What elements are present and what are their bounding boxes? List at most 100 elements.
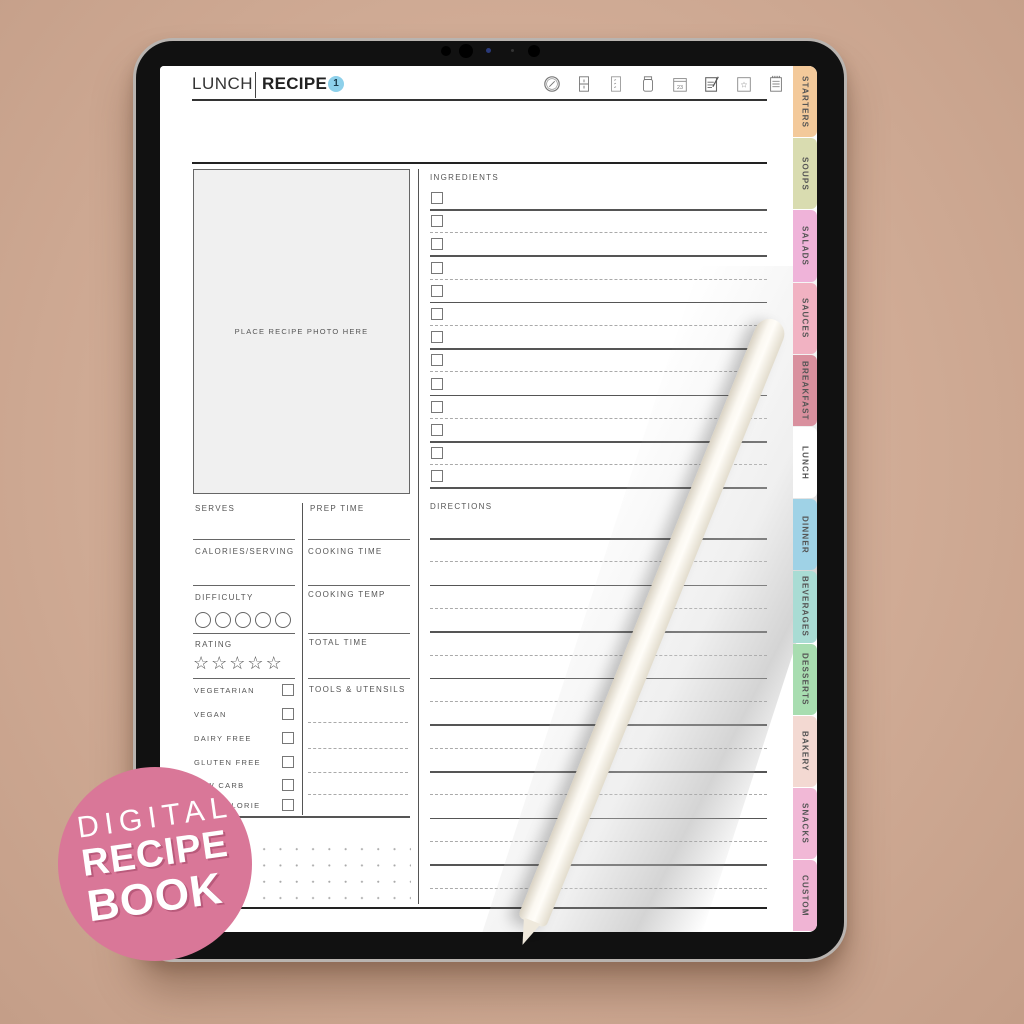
cooking-time-field[interactable] bbox=[308, 585, 410, 586]
tab-breakfast[interactable]: BREAKFAST bbox=[793, 354, 817, 426]
calendar-icon[interactable]: 23 bbox=[670, 74, 690, 94]
tab-starters[interactable]: STARTERS bbox=[793, 66, 817, 138]
ingredient-checkbox[interactable] bbox=[431, 308, 443, 320]
rating-star-icon-5[interactable]: ☆ bbox=[266, 654, 282, 672]
direction-line[interactable] bbox=[430, 887, 767, 889]
ingredient-checkbox[interactable] bbox=[431, 215, 443, 228]
ingredient-checkbox[interactable] bbox=[431, 261, 443, 274]
rating-star-icon-4[interactable]: ☆ bbox=[247, 654, 263, 672]
difficulty-circle-1[interactable] bbox=[195, 612, 211, 628]
difficulty-circle-3[interactable] bbox=[235, 612, 251, 628]
ingredient-checkbox[interactable] bbox=[431, 424, 443, 436]
ingredient-row[interactable] bbox=[430, 236, 767, 259]
tab-dinner[interactable]: DINNER bbox=[793, 499, 817, 571]
rating-star-icon-2[interactable]: ☆ bbox=[211, 654, 227, 672]
compass-icon[interactable] bbox=[542, 74, 562, 94]
camera-lens bbox=[459, 44, 473, 58]
recipe-photo-placeholder[interactable]: PLACE RECIPE PHOTO HERE bbox=[193, 169, 410, 494]
ingredient-row[interactable] bbox=[430, 260, 767, 283]
tools-line-1[interactable] bbox=[308, 722, 408, 723]
ingredient-row[interactable] bbox=[430, 213, 767, 236]
diet-checkbox[interactable] bbox=[282, 732, 294, 744]
tools-line-3[interactable] bbox=[308, 772, 408, 773]
direction-line[interactable] bbox=[430, 584, 767, 587]
direction-line[interactable] bbox=[430, 817, 767, 820]
tab-beverages[interactable]: BEVERAGES bbox=[793, 571, 817, 643]
prep-time-field[interactable] bbox=[308, 539, 410, 540]
difficulty-selector bbox=[195, 612, 291, 628]
calories-field[interactable] bbox=[193, 585, 295, 586]
ingredient-row[interactable] bbox=[430, 329, 767, 352]
tab-label: SNACKS bbox=[800, 803, 810, 845]
diet-checkbox[interactable] bbox=[282, 779, 294, 791]
favorite-star-icon[interactable]: ☆ bbox=[734, 74, 754, 94]
difficulty-label: DIFFICULTY bbox=[195, 593, 254, 602]
ingredient-checkbox[interactable] bbox=[431, 192, 443, 204]
tab-bakery[interactable]: BAKERY bbox=[793, 715, 817, 787]
tab-snacks[interactable]: SNACKS bbox=[793, 788, 817, 860]
tab-soups[interactable]: SOUPS bbox=[793, 138, 817, 210]
ingredient-checkbox[interactable] bbox=[431, 400, 443, 413]
ingredient-row[interactable] bbox=[430, 352, 767, 375]
diet-option[interactable]: VEGETARIAN bbox=[194, 684, 294, 696]
difficulty-circle-5[interactable] bbox=[275, 612, 291, 628]
diet-checkbox[interactable] bbox=[282, 799, 294, 811]
ingredient-checkbox[interactable] bbox=[431, 447, 443, 460]
ingredient-checkbox[interactable] bbox=[431, 354, 443, 367]
ingredient-row[interactable] bbox=[430, 399, 767, 422]
cooking-temp-field[interactable] bbox=[308, 633, 410, 634]
direction-line[interactable] bbox=[430, 561, 767, 563]
ingredient-row[interactable] bbox=[430, 283, 767, 306]
direction-line[interactable] bbox=[430, 631, 767, 633]
tab-lunch[interactable]: LUNCH bbox=[793, 427, 817, 499]
direction-line[interactable] bbox=[430, 840, 767, 842]
serves-field[interactable] bbox=[193, 539, 295, 540]
direction-line[interactable] bbox=[430, 677, 767, 680]
rating-star-icon-3[interactable]: ☆ bbox=[229, 654, 245, 672]
diet-checkbox[interactable] bbox=[282, 708, 294, 720]
jar-icon[interactable] bbox=[638, 74, 658, 94]
dot-grid-notes[interactable] bbox=[256, 841, 411, 901]
tab-sauces[interactable]: SAUCES bbox=[793, 282, 817, 354]
section-title: LUNCH bbox=[192, 74, 254, 93]
total-time-field[interactable] bbox=[308, 678, 410, 679]
diet-checkbox[interactable] bbox=[282, 684, 294, 696]
tab-custom[interactable]: CUSTOM bbox=[793, 860, 817, 932]
difficulty-circle-4[interactable] bbox=[255, 612, 271, 628]
fridge-icon[interactable] bbox=[574, 74, 594, 94]
diet-option[interactable]: GLUTEN FREE bbox=[194, 756, 294, 768]
direction-line[interactable] bbox=[430, 607, 767, 609]
diet-checkbox[interactable] bbox=[282, 756, 294, 768]
ingredient-line bbox=[430, 301, 767, 304]
tab-label: BREAKFAST bbox=[800, 360, 810, 421]
diet-option[interactable]: DAIRY FREE bbox=[194, 732, 294, 744]
notepad-icon[interactable] bbox=[702, 74, 722, 94]
ingredient-row[interactable] bbox=[430, 306, 767, 329]
directions-label: DIRECTIONS bbox=[430, 502, 493, 511]
ingredient-checkbox[interactable] bbox=[431, 470, 443, 483]
rating-star-icon-1[interactable]: ☆ bbox=[193, 654, 209, 672]
title-divider bbox=[255, 72, 256, 98]
ingredient-checkbox[interactable] bbox=[431, 238, 443, 251]
difficulty-circle-2[interactable] bbox=[215, 612, 231, 628]
tab-desserts[interactable]: DESSERTS bbox=[793, 643, 817, 715]
total-time-label: TOTAL TIME bbox=[309, 638, 368, 647]
ingredient-checkbox[interactable] bbox=[431, 377, 443, 390]
camera-sensor bbox=[441, 46, 451, 56]
diet-option[interactable]: VEGAN bbox=[194, 708, 294, 720]
ingredient-row[interactable] bbox=[430, 190, 767, 213]
ingredient-row[interactable] bbox=[430, 376, 767, 399]
direction-line[interactable] bbox=[430, 864, 767, 866]
direction-line[interactable] bbox=[430, 654, 767, 656]
checklist-icon[interactable] bbox=[606, 74, 626, 94]
ingredient-checkbox[interactable] bbox=[431, 284, 443, 297]
tab-salads[interactable]: SALADS bbox=[793, 210, 817, 282]
difficulty-rule bbox=[193, 633, 295, 634]
direction-line[interactable] bbox=[430, 701, 767, 703]
direction-line[interactable] bbox=[430, 538, 767, 540]
ingredient-line bbox=[430, 417, 767, 419]
notes-icon[interactable] bbox=[766, 74, 786, 94]
tools-line-2[interactable] bbox=[308, 748, 408, 749]
ingredient-checkbox[interactable] bbox=[431, 331, 443, 344]
tools-line-4[interactable] bbox=[308, 794, 408, 795]
